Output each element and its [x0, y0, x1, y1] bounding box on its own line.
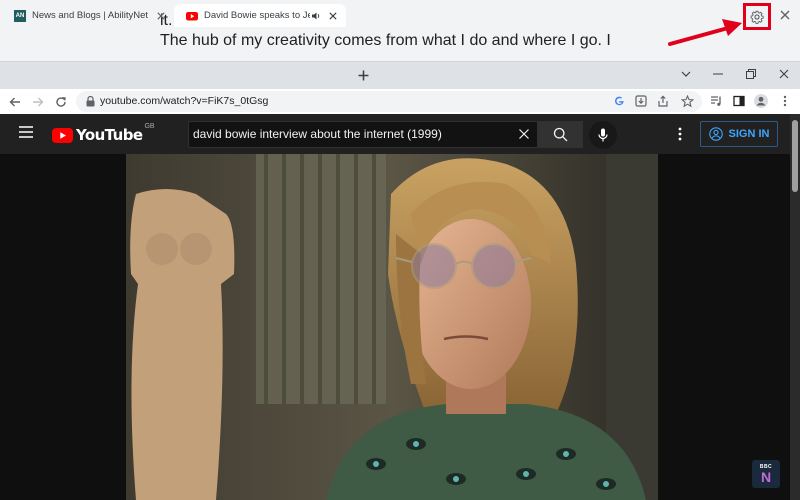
close-icon: [157, 11, 165, 20]
close-icon: [329, 11, 337, 20]
search-button[interactable]: [538, 121, 583, 148]
side-panel-icon[interactable]: [731, 93, 747, 109]
profile-avatar-icon[interactable]: [753, 93, 769, 109]
restore-icon: [746, 69, 756, 79]
youtube-play-icon: [52, 127, 73, 143]
tab-youtube[interactable]: David Bowie speaks to Jeremy P: [174, 4, 346, 27]
browser-menu-icon[interactable]: [777, 93, 793, 109]
forward-arrow-icon: [33, 97, 44, 107]
video-frame: [126, 154, 658, 500]
region-code: GB: [144, 123, 155, 130]
tab-title: News and Blogs | AbilityNet: [32, 10, 148, 21]
reload-icon: [56, 97, 66, 107]
scrollbar-thumb[interactable]: [792, 120, 798, 192]
hamburger-menu-icon[interactable]: [18, 125, 34, 139]
video-player[interactable]: [126, 154, 658, 500]
back-button[interactable]: [6, 93, 24, 111]
youtube-wordmark: YouTube: [76, 126, 143, 144]
minimize-icon: [713, 73, 723, 75]
minimize-button[interactable]: [707, 66, 729, 82]
tab-abilitynet[interactable]: AN News and Blogs | AbilityNet: [2, 4, 174, 27]
gear-icon: [750, 10, 764, 24]
reload-button[interactable]: [52, 93, 70, 111]
media-controls-icon[interactable]: [708, 93, 724, 109]
search-query-text[interactable]: david bowie interview about the internet…: [193, 127, 442, 141]
bookmark-star-icon[interactable]: [680, 94, 694, 108]
tab-title: David Bowie speaks to Jeremy P: [204, 10, 310, 21]
bbc-watermark: BBC N: [752, 460, 780, 488]
install-app-icon[interactable]: [634, 94, 648, 108]
google-translate-icon[interactable]: [612, 94, 626, 108]
caption-settings-button[interactable]: [743, 3, 771, 30]
close-icon: [779, 69, 789, 79]
microphone-icon: [598, 128, 608, 142]
caption-close-button[interactable]: [776, 6, 794, 24]
window-close-button[interactable]: [773, 66, 795, 82]
watermark-letter: N: [760, 469, 772, 485]
plus-icon: [358, 70, 368, 80]
restore-button[interactable]: [740, 66, 762, 82]
address-url[interactable]: youtube.com/watch?v=FiK7s_0tGsg: [100, 95, 268, 107]
search-icon: [553, 127, 568, 142]
caption-line: The hub of my creativity comes from what…: [160, 32, 611, 49]
chevron-down-icon: [681, 71, 691, 77]
clear-search-icon[interactable]: [517, 127, 531, 141]
youtube-logo[interactable]: YouTube GB: [52, 123, 155, 144]
more-vert-icon: [678, 127, 682, 141]
tab-close-button[interactable]: [154, 9, 168, 23]
sign-in-label: SIGN IN: [728, 128, 770, 140]
favicon-text: AN: [15, 12, 25, 19]
share-icon[interactable]: [656, 94, 670, 108]
tab-search-button[interactable]: [675, 66, 697, 82]
account-circle-icon: [708, 127, 723, 141]
youtube-settings-menu-button[interactable]: [672, 125, 688, 143]
back-arrow-icon: [9, 97, 20, 107]
new-tab-button[interactable]: [352, 64, 374, 86]
forward-button[interactable]: [29, 93, 47, 111]
sign-in-button[interactable]: SIGN IN: [700, 121, 778, 147]
voice-search-button[interactable]: [589, 121, 617, 149]
lock-icon[interactable]: [83, 94, 97, 108]
tab-close-button[interactable]: [326, 9, 340, 23]
close-icon: [780, 10, 790, 20]
abilitynet-favicon: AN: [14, 9, 26, 22]
red-arrow-annotation: [668, 19, 742, 46]
youtube-icon: [186, 10, 198, 22]
speaker-icon[interactable]: [310, 10, 322, 22]
